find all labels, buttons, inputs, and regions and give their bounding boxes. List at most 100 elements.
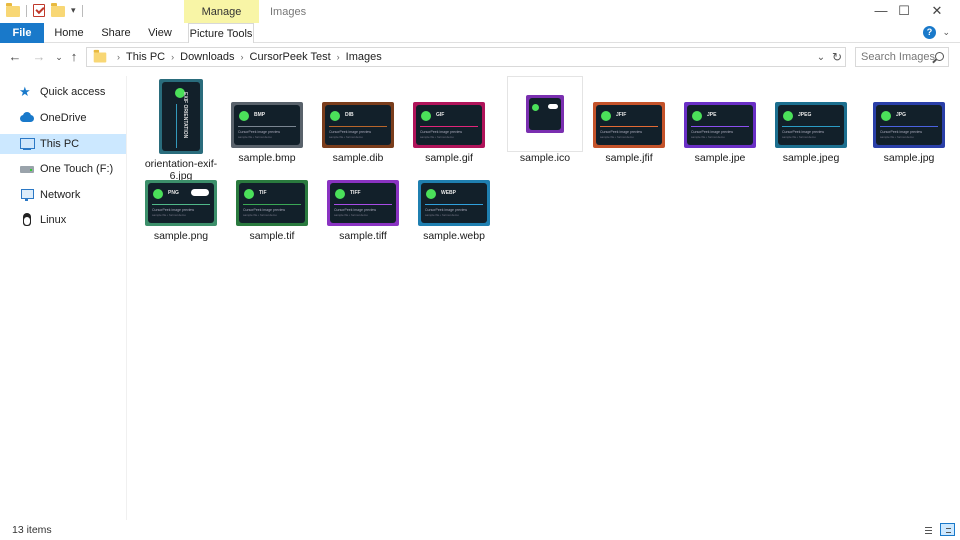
file-item[interactable]: JPG CursorPeek image preview sample file •… (866, 70, 952, 164)
thumbnail: BMP CursorPeek image preview sample file •… (224, 70, 310, 152)
toolbar-divider (26, 4, 27, 17)
breadcrumb-separator-icon[interactable]: › (337, 52, 340, 62)
sidebar-item-label: This PC (40, 138, 80, 150)
image-thumbnail: WEBP CursorPeek image preview sample file … (418, 180, 490, 226)
file-name: sample.tif (249, 230, 295, 242)
image-thumbnail: BMP CursorPeek image preview sample file •… (231, 102, 303, 148)
file-name: sample.jpg (883, 152, 935, 164)
tab-view[interactable]: View (143, 23, 177, 43)
file-name: sample.png (153, 230, 209, 242)
sidebar-item-onedrive[interactable]: OneDrive (0, 108, 126, 128)
breadcrumb-images[interactable]: Images (346, 51, 382, 63)
file-name: sample.ico (519, 152, 571, 164)
image-thumbnail: PNG CursorPeek image preview sample file •… (145, 180, 217, 226)
breadcrumb-cursorpeek-test[interactable]: CursorPeek Test (250, 51, 331, 63)
thumbnail: PNG CursorPeek image preview sample file •… (138, 148, 224, 230)
image-thumbnail: TIFF CursorPeek image preview sample file … (327, 180, 399, 226)
tab-file[interactable]: File (0, 23, 44, 43)
star-icon: ★ (19, 84, 31, 99)
tab-share[interactable]: Share (97, 23, 135, 43)
search-input[interactable]: Search Images (855, 47, 949, 67)
icon-preview-frame (507, 76, 583, 152)
status-bar: 13 items (0, 520, 960, 540)
file-item[interactable]: JPE CursorPeek image preview sample file •… (677, 70, 763, 164)
address-tools: ⌄ ↻ (813, 48, 845, 66)
customize-toolbar-chevron-icon[interactable]: ▾ (71, 5, 76, 16)
file-name: sample.jpeg (782, 152, 840, 164)
address-bar[interactable]: › This PC › Downloads › CursorPeek Test … (86, 47, 846, 67)
file-item[interactable]: sample.ico (502, 70, 588, 164)
sidebar-item-this-pc[interactable]: This PC (0, 134, 126, 154)
expand-ribbon-chevron-icon[interactable]: ⌄ (942, 27, 950, 38)
tab-picture-tools[interactable]: Picture Tools (188, 23, 254, 43)
thumbnail: WEBP CursorPeek image preview sample file … (411, 148, 497, 230)
thumbnail: EXIF ORIENTATION (138, 76, 224, 158)
sidebar-item-network[interactable]: Network (0, 185, 126, 205)
details-view-icon[interactable] (921, 523, 936, 536)
navigation-pane: ★ Quick access OneDrive This PC One Touc… (0, 76, 127, 520)
manage-context-tab[interactable]: Manage (184, 0, 259, 23)
thumbnail: JFIF CursorPeek image preview sample file … (586, 70, 672, 152)
file-item[interactable]: JPEG CursorPeek image preview sample file … (768, 70, 854, 164)
breadcrumb-separator-icon[interactable]: › (117, 52, 120, 62)
folder-icon (6, 3, 20, 17)
thumbnail: DIB CursorPeek image preview sample file •… (315, 70, 401, 152)
folder-icon (93, 49, 107, 62)
thumbnail (502, 70, 588, 152)
sidebar-item-linux[interactable]: Linux (0, 210, 126, 230)
window-title: Images (270, 6, 307, 18)
up-button[interactable]: ↑ (65, 48, 83, 66)
image-thumbnail: DIB CursorPeek image preview sample file •… (322, 102, 394, 148)
large-icons-view-icon[interactable] (940, 523, 955, 536)
search-icon (935, 52, 944, 61)
quick-access-toolbar: ▾ (6, 3, 83, 17)
thumbnail: JPE CursorPeek image preview sample file •… (677, 70, 763, 152)
file-name: sample.tiff (339, 230, 387, 242)
thumbnail: GIF CursorPeek image preview sample file •… (406, 70, 492, 152)
sidebar-item-label: Quick access (40, 86, 106, 98)
thumbnail: TIF CursorPeek image preview sample file •… (229, 148, 315, 230)
title-bar: ▾ Manage Images — ☐ ✕ (0, 0, 960, 23)
drive-icon (19, 162, 35, 176)
address-history-chevron-icon[interactable]: ⌄ (813, 52, 829, 63)
linux-icon (19, 213, 35, 227)
forward-button[interactable]: → (30, 48, 48, 66)
item-count: 13 items (12, 524, 52, 536)
sidebar-item-one-touch[interactable]: One Touch (F:) (0, 159, 126, 179)
help-icon[interactable]: ? (923, 26, 936, 39)
file-item[interactable]: TIFF CursorPeek image preview sample file … (320, 148, 406, 242)
thumbnail: TIFF CursorPeek image preview sample file … (320, 148, 406, 230)
breadcrumb-downloads[interactable]: Downloads (180, 51, 234, 63)
file-name: sample.jpe (694, 152, 746, 164)
file-item[interactable]: TIF CursorPeek image preview sample file •… (229, 148, 315, 242)
toolbar-divider (81, 4, 83, 17)
breadcrumb-this-pc[interactable]: This PC (126, 51, 165, 63)
sidebar-item-label: OneDrive (40, 112, 87, 124)
file-name: sample.webp (423, 230, 485, 242)
back-button[interactable]: ← (6, 48, 24, 66)
image-thumbnail: JFIF CursorPeek image preview sample file … (593, 102, 665, 148)
image-thumbnail: JPE CursorPeek image preview sample file •… (684, 102, 756, 148)
refresh-icon[interactable]: ↻ (829, 50, 845, 64)
breadcrumb-separator-icon[interactable]: › (241, 52, 244, 62)
image-thumbnail: JPG CursorPeek image preview sample file •… (873, 102, 945, 148)
computer-icon (19, 137, 35, 151)
breadcrumb-separator-icon[interactable]: › (171, 52, 174, 62)
new-folder-icon[interactable] (51, 3, 65, 17)
sidebar-item-label: Linux (40, 214, 67, 226)
file-item[interactable]: WEBP CursorPeek image preview sample file … (411, 148, 497, 242)
tab-home[interactable]: Home (52, 23, 86, 43)
close-button[interactable]: ✕ (914, 0, 960, 23)
image-thumbnail: EXIF ORIENTATION (159, 79, 203, 154)
file-item[interactable]: PNG CursorPeek image preview sample file •… (138, 148, 224, 242)
navigation-bar: ← → ⌄ ↑ › This PC › Downloads › CursorPe… (0, 44, 960, 70)
file-item[interactable]: JFIF CursorPeek image preview sample file … (586, 70, 672, 164)
image-thumbnail: GIF CursorPeek image preview sample file •… (413, 102, 485, 148)
sidebar-item-quick-access[interactable]: ★ Quick access (0, 82, 126, 102)
search-placeholder: Search Images (861, 51, 935, 63)
image-thumbnail: JPEG CursorPeek image preview sample file … (775, 102, 847, 148)
properties-icon[interactable] (33, 4, 45, 17)
network-icon (19, 188, 35, 202)
thumbnail: JPG CursorPeek image preview sample file •… (866, 70, 952, 152)
cloud-icon (19, 111, 35, 125)
